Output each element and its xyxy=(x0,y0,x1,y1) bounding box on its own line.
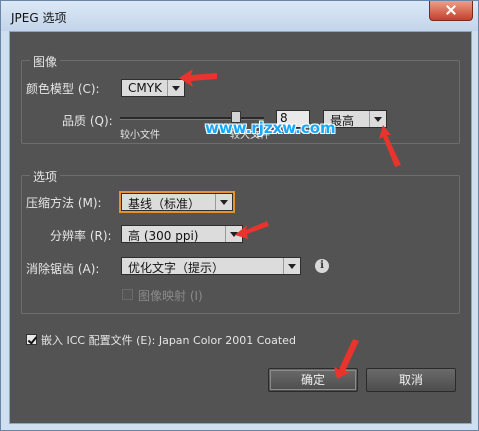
watermark-text: www.rjzxw.com xyxy=(205,119,336,137)
color-model-label: 颜色模型 (C): xyxy=(26,82,100,96)
compression-label: 压缩方法 (M): xyxy=(26,196,102,210)
dialog-window: JPEG 选项 图像 颜色模型 (C): CMYK 品质 (Q): 较小文件 较… xyxy=(0,0,479,431)
resolution-select[interactable]: 高 (300 ppi) xyxy=(121,225,243,243)
antialias-label: 消除锯齿 (A): xyxy=(26,262,100,276)
embed-icc-label: 嵌入 ICC 配置文件 (E): Japan Color 2001 Coated xyxy=(41,334,296,347)
image-map-checkbox xyxy=(122,289,133,300)
image-group-title: 图像 xyxy=(30,53,61,70)
info-icon[interactable]: i xyxy=(315,259,329,273)
chevron-down-icon[interactable] xyxy=(215,194,232,210)
arrow-annotation-color-model xyxy=(179,69,217,87)
compression-value: 基线（标准） xyxy=(128,197,201,211)
cancel-button[interactable]: 取消 xyxy=(366,368,456,392)
embed-icc-checkbox[interactable] xyxy=(26,334,37,345)
arrow-annotation-ok-button xyxy=(334,339,359,379)
quality-label: 品质 (Q): xyxy=(62,114,113,128)
close-icon[interactable] xyxy=(429,1,473,21)
arrow-annotation-resolution xyxy=(235,221,269,239)
arrow-annotation-quality-preset xyxy=(379,125,401,167)
compression-select[interactable]: 基线（标准） xyxy=(119,191,235,213)
image-map-label: 图像映射 (I) xyxy=(138,289,203,303)
title-bar[interactable]: JPEG 选项 xyxy=(1,1,478,31)
quality-slider-min-label: 较小文件 xyxy=(120,130,160,141)
color-model-select[interactable]: CMYK xyxy=(121,79,185,97)
antialias-value: 优化文字（提示） xyxy=(128,261,225,275)
window-title: JPEG 选项 xyxy=(11,11,67,25)
chevron-down-icon[interactable] xyxy=(283,258,300,274)
color-model-value: CMYK xyxy=(128,81,162,95)
resolution-value: 高 (300 ppi) xyxy=(128,229,199,243)
options-group-title: 选项 xyxy=(30,168,61,185)
resolution-label: 分辨率 (R): xyxy=(50,229,112,243)
antialias-select[interactable]: 优化文字（提示） xyxy=(121,257,301,275)
